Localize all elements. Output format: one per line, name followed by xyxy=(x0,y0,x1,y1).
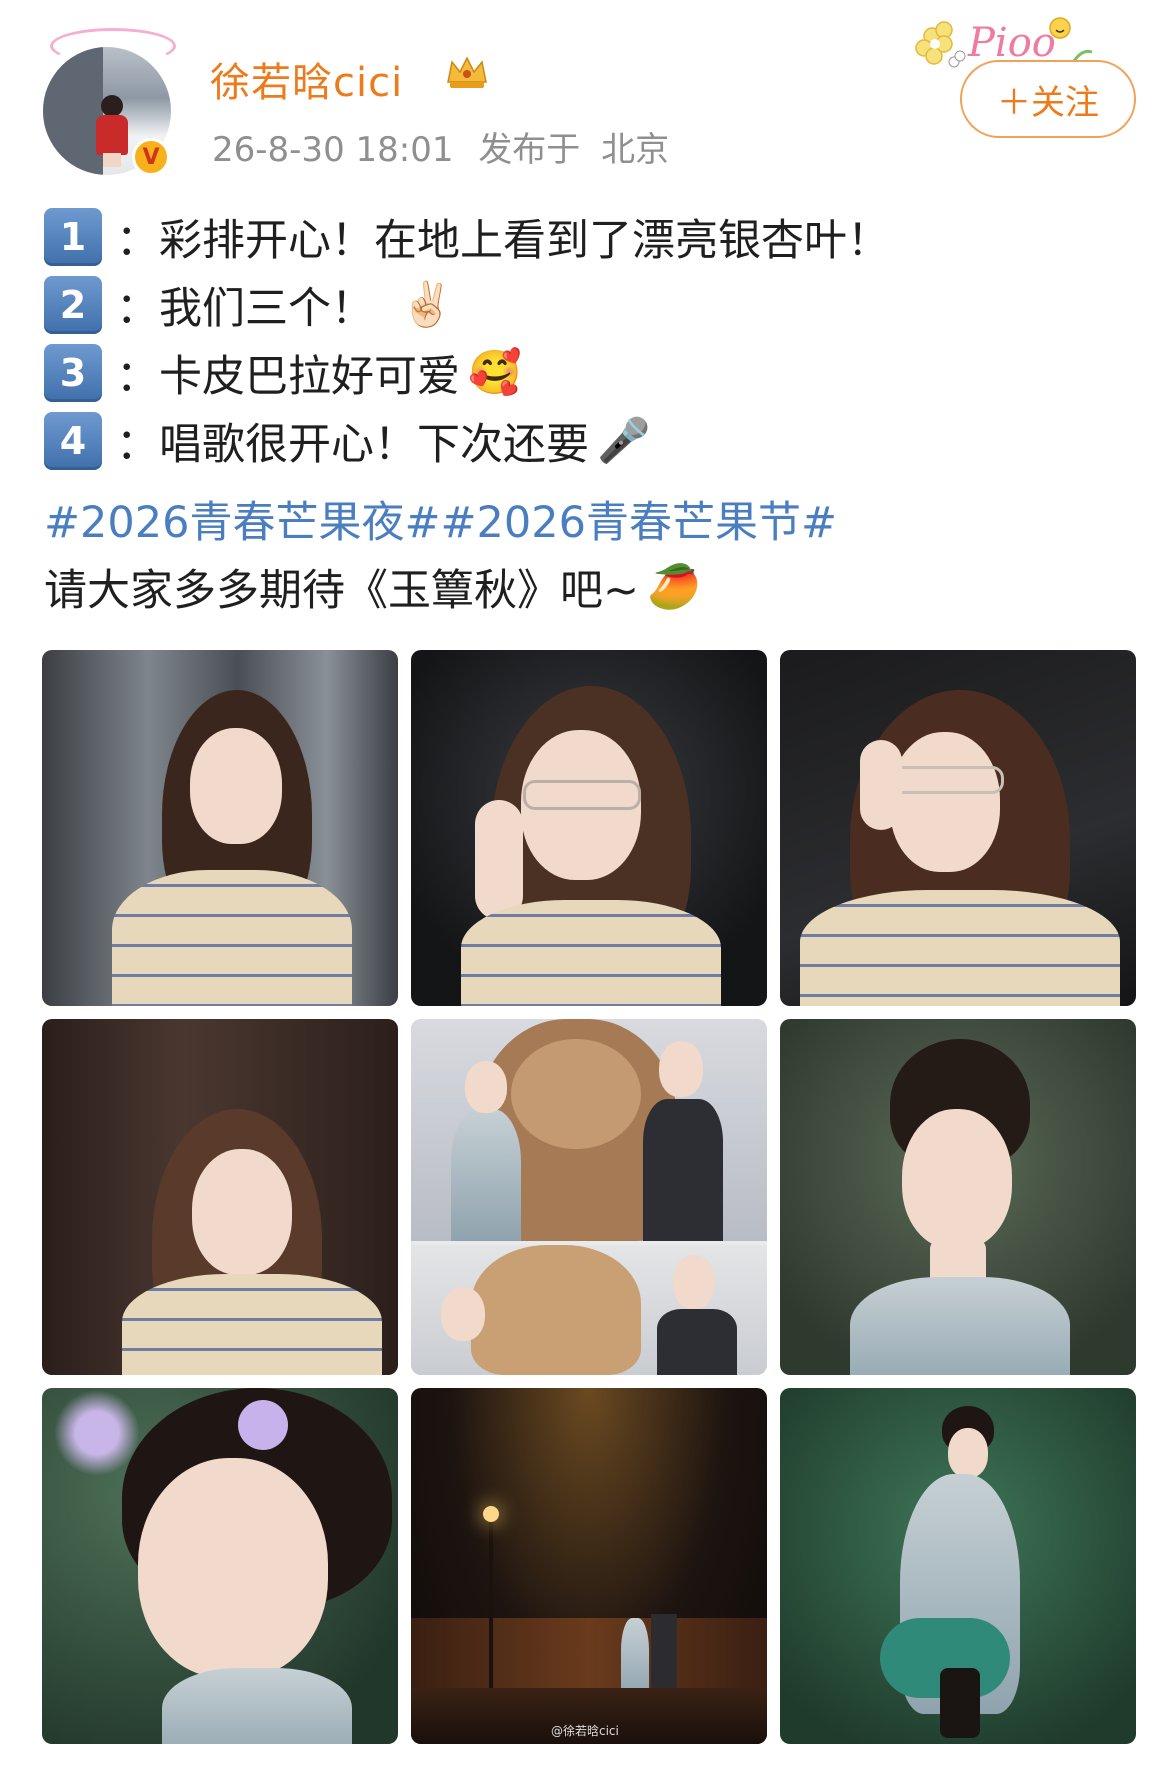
number-2-badge: 2 xyxy=(44,276,102,334)
photo-6[interactable] xyxy=(780,1019,1136,1375)
microphone-icon: 🎤 xyxy=(597,416,651,466)
hashtag-links[interactable]: #2026青春芒果夜##2026青春芒果节# xyxy=(44,488,837,550)
smiling-face-hearts-icon: 🥰 xyxy=(468,348,522,398)
avatar-container[interactable]: V xyxy=(40,28,176,177)
number-4-badge: 4 xyxy=(44,412,102,470)
post-line-4: 4 ： 唱歌很开心！下次还要 🎤 xyxy=(44,410,651,472)
post-line-1: 1 ： 彩排开心！在地上看到了漂亮银杏叶！ xyxy=(44,206,890,268)
photo-7[interactable] xyxy=(42,1388,398,1744)
photo-5[interactable] xyxy=(411,1019,767,1375)
photo-2[interactable] xyxy=(411,650,767,1006)
victory-hand-icon: ✌🏻 xyxy=(400,280,454,330)
post-meta: 26-8-30 18:01 发布于 北京 xyxy=(212,122,669,171)
line-separator: ： xyxy=(116,352,159,402)
number-1-badge: 1 xyxy=(44,208,102,266)
line-text: 我们三个！ xyxy=(159,284,374,334)
photo-4[interactable] xyxy=(42,1019,398,1375)
line-text: 卡皮巴拉好可爱 xyxy=(159,352,460,402)
crown-badge-icon xyxy=(447,56,487,88)
mango-icon: 🥭 xyxy=(647,562,701,612)
post-line-2: 2 ： 我们三个！ ✌🏻 xyxy=(44,274,454,336)
watermark: @徐若晗cici xyxy=(551,1724,619,1738)
closing-line: 请大家多多期待《玉簟秋》吧~ 🥭 xyxy=(44,556,701,618)
line-separator: ： xyxy=(116,420,159,470)
line-separator: ： xyxy=(116,284,159,334)
follow-button[interactable]: ＋关注 xyxy=(960,60,1136,138)
verified-v-icon: V xyxy=(132,138,170,176)
photo-grid: @徐若晗cici xyxy=(42,650,1136,1746)
location: 北京 xyxy=(601,130,670,170)
photo-9[interactable] xyxy=(780,1388,1136,1744)
line-text: 唱歌很开心！下次还要 xyxy=(159,420,589,470)
location-prefix: 发布于 xyxy=(478,130,581,170)
line-separator: ： xyxy=(116,216,159,266)
photo-3[interactable] xyxy=(780,650,1136,1006)
line-text: 彩排开心！在地上看到了漂亮银杏叶！ xyxy=(159,216,890,266)
username[interactable]: 徐若晗cici xyxy=(210,50,403,108)
closing-text: 请大家多多期待《玉簟秋》吧~ xyxy=(44,566,640,616)
post-line-3: 3 ： 卡皮巴拉好可爱 🥰 xyxy=(44,342,522,404)
photo-8[interactable]: @徐若晗cici xyxy=(411,1388,767,1744)
post-timestamp: 26-8-30 18:01 xyxy=(212,130,454,170)
number-3-badge: 3 xyxy=(44,344,102,402)
photo-1[interactable] xyxy=(42,650,398,1006)
